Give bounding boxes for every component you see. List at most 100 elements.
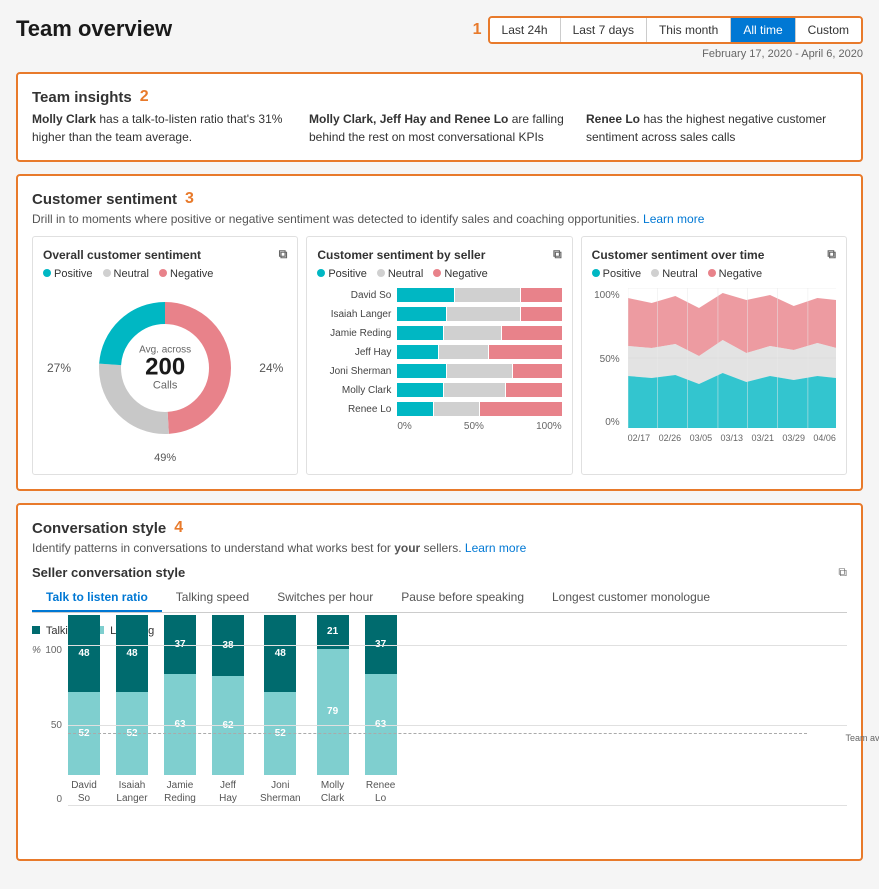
y-0-conv: 0 <box>32 794 62 805</box>
header-controls: 1 Last 24h Last 7 days This month All ti… <box>465 16 863 60</box>
seller-name: Renee Lo <box>317 404 397 415</box>
team-avg-label: Team avg. <box>845 733 879 743</box>
seller-bars: David So Isaiah Langer <box>317 288 561 432</box>
tab-pause[interactable]: Pause before speaking <box>387 584 538 612</box>
date-range: February 17, 2020 - April 6, 2020 <box>702 48 863 60</box>
call-count: 200 <box>139 356 191 380</box>
customer-sentiment-section: Customer sentiment 3 Drill in to moments… <box>16 174 863 491</box>
team-insights-title: Team insights <box>32 89 132 106</box>
seller-name: Jamie Reding <box>317 328 397 339</box>
seller-label: MollyClark <box>321 779 344 805</box>
y-100: 100% <box>592 290 620 301</box>
seller-label: IsaiahLanger <box>116 779 147 805</box>
legend-negative-seller: Negative <box>444 268 487 280</box>
by-seller-legend: Positive Neutral Negative <box>317 268 561 280</box>
table-row: Molly Clark <box>317 383 561 397</box>
legend-neutral-seller: Neutral <box>388 268 423 280</box>
conversation-style-section: Conversation style 4 Identify patterns i… <box>16 503 863 861</box>
step-badge-1: 1 <box>473 21 482 39</box>
time-filter-group: Last 24h Last 7 days This month All time… <box>488 16 863 44</box>
over-time-chart-container: 100% 50% 0% <box>592 288 836 443</box>
negative-pct-bottom: 49% <box>43 452 287 464</box>
insight-3-highlight: Renee Lo <box>586 112 640 126</box>
over-time-legend: Positive Neutral Negative <box>592 268 836 280</box>
seller-name: Isaiah Langer <box>317 309 397 320</box>
list-item: 21 79 MollyClark <box>317 615 349 805</box>
positive-pct-right: 24% <box>259 361 283 375</box>
neutral-pct-left: 27% <box>47 361 71 375</box>
page-title: Team overview <box>16 16 172 42</box>
seller-label: JoniSherman <box>260 779 301 805</box>
seller-label: DavidSo <box>71 779 97 805</box>
team-avg-line <box>68 733 807 734</box>
legend-neutral-time: Neutral <box>662 268 697 280</box>
insights-grid: Molly Clark has a talk-to-listen ratio t… <box>32 110 847 146</box>
calls-label: Calls <box>139 380 191 392</box>
list-item: 37 63 JamieReding <box>164 615 196 805</box>
sentiment-grid: Overall customer sentiment ⧉ Positive Ne… <box>32 236 847 475</box>
overall-title: Overall customer sentiment <box>43 248 201 262</box>
legend-negative: Negative <box>170 268 213 280</box>
seller-label: ReneeLo <box>366 779 395 805</box>
time-btn-month[interactable]: This month <box>647 18 731 42</box>
conversation-tabs: Talk to listen ratio Talking speed Switc… <box>32 584 847 613</box>
customer-sentiment-subtitle: Drill in to moments where positive or ne… <box>32 212 847 226</box>
legend-positive-seller: Positive <box>328 268 367 280</box>
insight-item-1: Molly Clark has a talk-to-listen ratio t… <box>32 110 293 146</box>
table-row: Renee Lo <box>317 402 561 416</box>
y-50: 50% <box>592 354 620 365</box>
step-badge-2: 2 <box>140 88 149 106</box>
tab-monologue[interactable]: Longest customer monologue <box>538 584 724 612</box>
seller-label: JamieReding <box>164 779 196 805</box>
legend-positive-time: Positive <box>603 268 642 280</box>
time-btn-7d[interactable]: Last 7 days <box>561 18 647 42</box>
step-badge-4: 4 <box>174 519 183 537</box>
by-seller-col: Customer sentiment by seller ⧉ Positive … <box>306 236 572 475</box>
table-row: Isaiah Langer <box>317 307 561 321</box>
copy-icon-conv[interactable]: ⧉ <box>838 565 847 580</box>
time-btn-custom[interactable]: Custom <box>796 18 861 42</box>
step-badge-3: 3 <box>185 190 194 208</box>
by-seller-title: Customer sentiment by seller <box>317 248 485 262</box>
seller-name: Molly Clark <box>317 385 397 396</box>
tab-talking-speed[interactable]: Talking speed <box>162 584 263 612</box>
tab-talk-listen[interactable]: Talk to listen ratio <box>32 584 162 612</box>
over-time-col: Customer sentiment over time ⧉ Positive … <box>581 236 847 475</box>
insight-1-highlight: Molly Clark <box>32 112 96 126</box>
bar-axis: 0%50%100% <box>317 421 561 432</box>
seller-conv-style-label: Seller conversation style <box>32 565 185 580</box>
learn-more-link-sentiment[interactable]: Learn more <box>643 212 704 226</box>
copy-icon-seller[interactable]: ⧉ <box>553 247 562 262</box>
legend-positive: Positive <box>54 268 93 280</box>
conv-legend: Talking Listening <box>32 625 847 637</box>
donut-chart: Avg. across 200 Calls <box>85 288 245 448</box>
seller-name: David So <box>317 290 397 301</box>
list-item: 38 62 JeffHay <box>212 615 244 805</box>
seller-label: JeffHay <box>219 779 237 805</box>
insight-item-3: Renee Lo has the highest negative custom… <box>586 110 847 146</box>
over-time-title: Customer sentiment over time <box>592 248 765 262</box>
table-row: Jamie Reding <box>317 326 561 340</box>
learn-more-link-conv[interactable]: Learn more <box>465 541 526 555</box>
customer-sentiment-title: Customer sentiment <box>32 191 177 208</box>
list-item: 48 52 DavidSo <box>68 615 100 805</box>
copy-icon-overtime[interactable]: ⧉ <box>827 247 836 262</box>
team-insights-section: Team insights 2 Molly Clark has a talk-t… <box>16 72 863 162</box>
overall-sentiment-col: Overall customer sentiment ⧉ Positive Ne… <box>32 236 298 475</box>
overall-legend: Positive Neutral Negative <box>43 268 287 280</box>
table-row: Joni Sherman <box>317 364 561 378</box>
table-row: Jeff Hay <box>317 345 561 359</box>
tab-switches[interactable]: Switches per hour <box>263 584 387 612</box>
y-0: 0% <box>592 417 620 428</box>
overtime-svg <box>628 288 836 428</box>
list-item: 48 52 JoniSherman <box>260 615 301 805</box>
insight-2-highlight: Molly Clark, Jeff Hay and Renee Lo <box>309 112 508 126</box>
x-axis-overtime: 02/1702/2603/0503/1303/2103/2904/06 <box>628 433 836 443</box>
copy-icon-overall[interactable]: ⧉ <box>279 247 288 262</box>
list-item: 37 63 ReneeLo <box>365 615 397 805</box>
table-row: David So <box>317 288 561 302</box>
time-btn-alltime[interactable]: All time <box>731 18 795 42</box>
legend-negative-time: Negative <box>719 268 762 280</box>
time-btn-24h[interactable]: Last 24h <box>490 18 561 42</box>
conversation-style-subtitle: Identify patterns in conversations to un… <box>32 541 847 555</box>
